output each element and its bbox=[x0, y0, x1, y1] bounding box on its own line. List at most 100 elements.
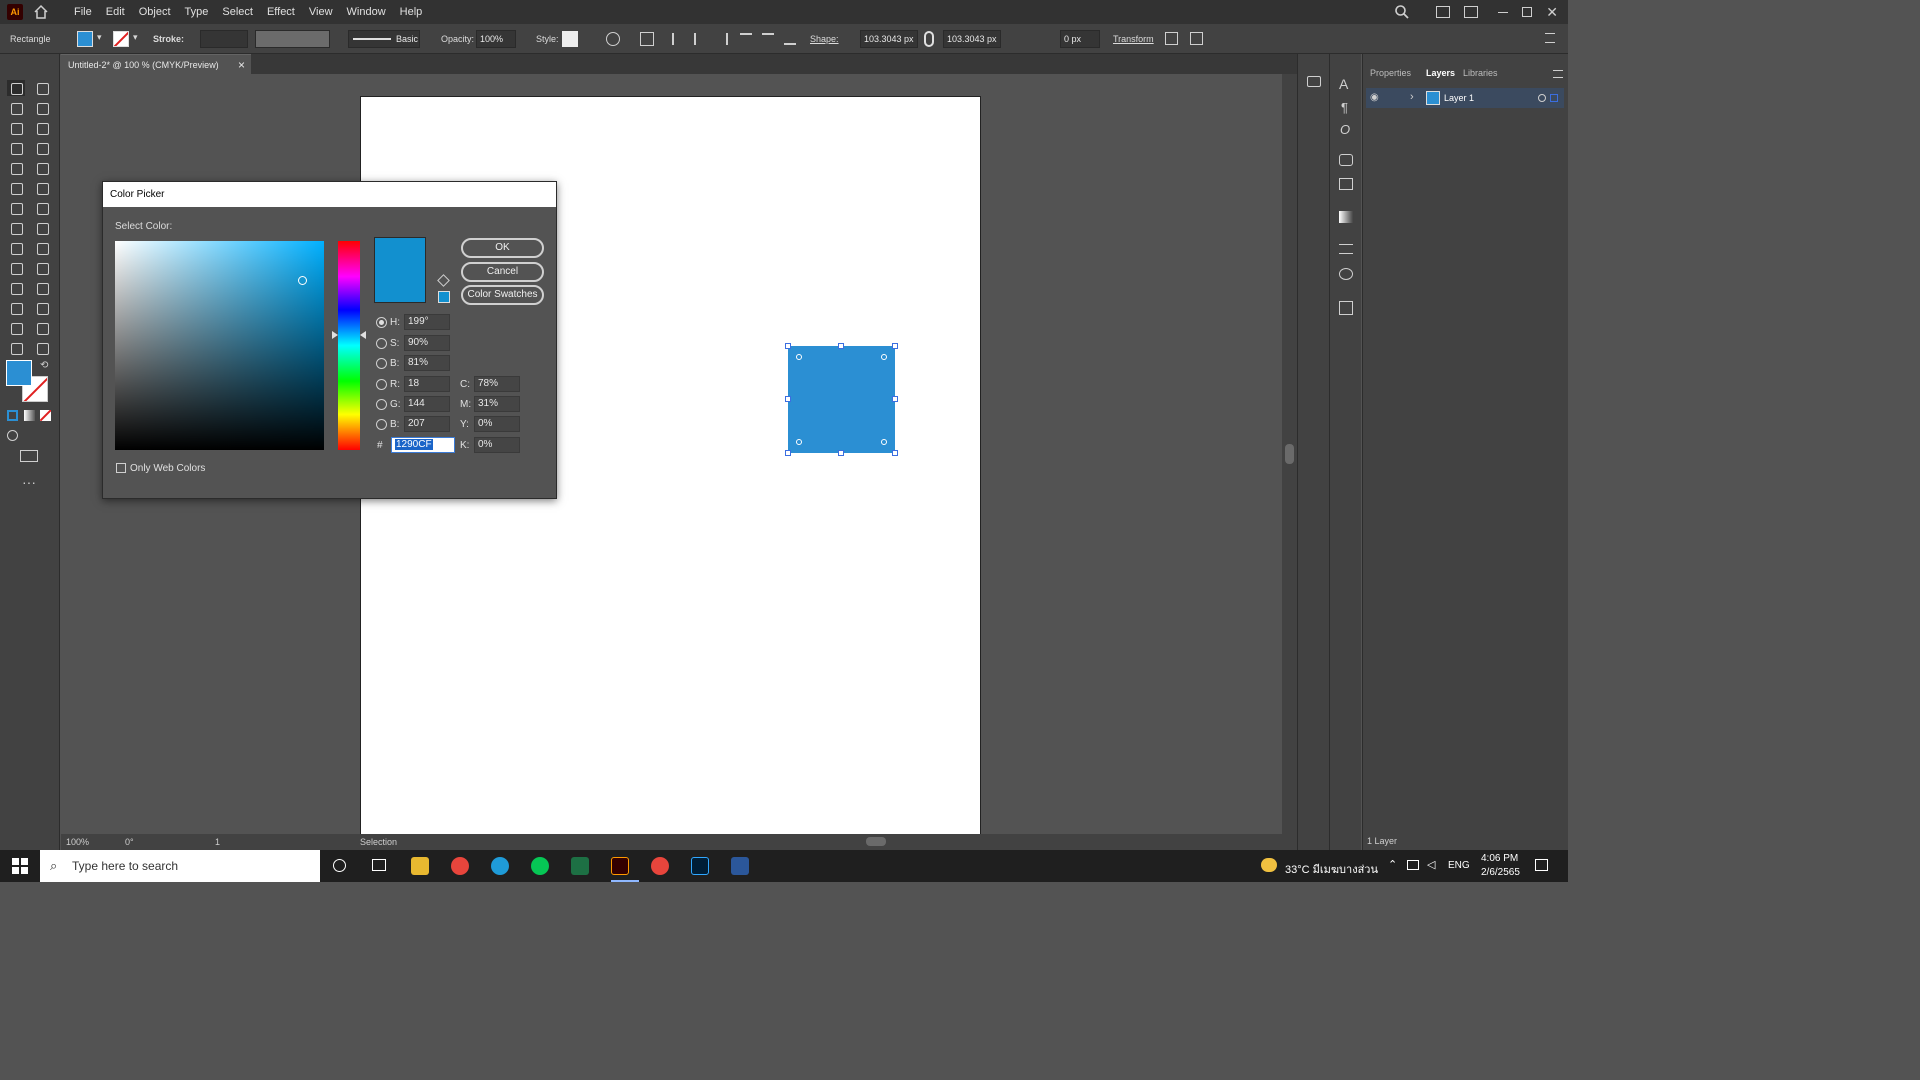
menu-window[interactable]: Window bbox=[340, 6, 393, 18]
chrome-icon[interactable] bbox=[451, 857, 469, 875]
menu-edit[interactable]: Edit bbox=[99, 6, 132, 18]
resize-handle[interactable] bbox=[892, 343, 898, 349]
eye-icon[interactable]: ◉ bbox=[1370, 92, 1379, 103]
taskbar-search-box[interactable]: ⌕ Type here to search bbox=[40, 850, 320, 882]
green-radio[interactable] bbox=[376, 398, 387, 410]
workspace-icon[interactable] bbox=[1436, 6, 1451, 18]
line-tool-icon[interactable] bbox=[33, 140, 51, 156]
corner-widget[interactable] bbox=[881, 354, 887, 360]
weather-text[interactable]: 33°C มีเมฆบางส่วน bbox=[1285, 860, 1378, 878]
stroke-swatch[interactable] bbox=[113, 31, 129, 47]
home-icon[interactable] bbox=[33, 4, 49, 20]
paintbrush-tool-icon[interactable] bbox=[33, 160, 51, 176]
fill-swatch[interactable] bbox=[77, 31, 93, 47]
minimize-icon[interactable] bbox=[1498, 11, 1509, 13]
cancel-button[interactable]: Cancel bbox=[461, 262, 544, 282]
align-right-icon[interactable] bbox=[716, 33, 728, 45]
gradient-panel-icon[interactable] bbox=[1339, 211, 1353, 223]
corner-widget[interactable] bbox=[881, 439, 887, 445]
width-tool-icon[interactable] bbox=[7, 220, 25, 236]
opacity-input[interactable]: 100% bbox=[476, 30, 516, 48]
black-input[interactable]: 0% bbox=[474, 437, 520, 453]
scale-tool-icon[interactable] bbox=[33, 200, 51, 216]
tab-libraries[interactable]: Libraries bbox=[1463, 68, 1498, 78]
gradient-tool-icon[interactable] bbox=[33, 260, 51, 276]
menu-view[interactable]: View bbox=[302, 6, 340, 18]
symbol-sprayer-tool-icon[interactable] bbox=[7, 300, 25, 316]
opentype-icon[interactable]: O bbox=[1340, 122, 1350, 137]
artboard-number[interactable]: 1 bbox=[215, 837, 220, 847]
hex-input[interactable]: 1290CF bbox=[391, 437, 455, 453]
graphic-styles-icon[interactable] bbox=[1339, 178, 1353, 190]
edge-icon[interactable] bbox=[491, 857, 509, 875]
paragraph-icon[interactable]: ¶ bbox=[1341, 100, 1348, 115]
blue-radio[interactable] bbox=[376, 418, 387, 430]
eraser-tool-icon[interactable] bbox=[33, 180, 51, 196]
more-tools-icon[interactable]: ··· bbox=[22, 474, 36, 490]
blend-tool-icon[interactable] bbox=[33, 280, 51, 296]
selected-rectangle[interactable] bbox=[785, 343, 898, 456]
cyan-input[interactable]: 78% bbox=[474, 376, 520, 392]
chevron-up-icon[interactable]: ⌃ bbox=[1388, 858, 1397, 871]
free-transform-tool-icon[interactable] bbox=[33, 220, 51, 236]
shape-width-input[interactable]: 103.3043 px bbox=[860, 30, 918, 48]
arrange-objects-icon[interactable] bbox=[1190, 32, 1203, 45]
horizontal-scroll-thumb[interactable] bbox=[866, 837, 886, 846]
isolate-icon[interactable] bbox=[1165, 32, 1178, 45]
network-icon[interactable] bbox=[1407, 860, 1419, 870]
menu-help[interactable]: Help bbox=[393, 6, 430, 18]
input-language[interactable]: ENG bbox=[1448, 860, 1470, 871]
resize-handle[interactable] bbox=[838, 450, 844, 456]
ok-button[interactable]: OK bbox=[461, 238, 544, 258]
green-input[interactable]: 144 bbox=[404, 396, 450, 412]
direct-selection-tool-icon[interactable] bbox=[33, 80, 51, 96]
pathfinder-icon[interactable] bbox=[1339, 268, 1353, 280]
hue-radio[interactable] bbox=[376, 316, 387, 328]
selection-indicator-icon[interactable] bbox=[1550, 94, 1558, 102]
cortana-icon[interactable] bbox=[333, 859, 346, 872]
shape-builder-tool-icon[interactable] bbox=[7, 240, 25, 256]
hue-input[interactable]: 199° bbox=[404, 314, 450, 330]
saturation-brightness-field[interactable] bbox=[115, 241, 324, 450]
arrange-icon[interactable] bbox=[1464, 6, 1479, 18]
word-icon[interactable] bbox=[731, 857, 749, 875]
speaker-icon[interactable]: ◁ bbox=[1427, 858, 1435, 871]
perspective-grid-tool-icon[interactable] bbox=[33, 240, 51, 256]
shaper-tool-icon[interactable] bbox=[7, 180, 25, 196]
saturation-input[interactable]: 90% bbox=[404, 335, 450, 351]
menu-file[interactable]: File bbox=[67, 6, 99, 18]
resize-handle[interactable] bbox=[838, 343, 844, 349]
screen-mode-icon[interactable] bbox=[20, 450, 38, 462]
draw-mode-icon[interactable] bbox=[7, 430, 18, 441]
panel-options-icon[interactable] bbox=[1553, 70, 1563, 78]
recolor-icon[interactable] bbox=[606, 32, 620, 46]
clock-date[interactable]: 2/6/2565 bbox=[1481, 867, 1520, 878]
rotate-tool-icon[interactable] bbox=[7, 200, 25, 216]
align-top-icon[interactable] bbox=[740, 33, 752, 45]
link-icon[interactable] bbox=[924, 31, 934, 47]
file-explorer-icon[interactable] bbox=[411, 857, 429, 875]
document-tab[interactable]: Untitled-2* @ 100 % (CMYK/Preview) × bbox=[61, 54, 251, 74]
brightness-radio[interactable] bbox=[376, 357, 387, 369]
menu-select[interactable]: Select bbox=[215, 6, 260, 18]
red-input[interactable]: 18 bbox=[404, 376, 450, 392]
type-tool-icon[interactable] bbox=[7, 140, 25, 156]
menu-effect[interactable]: Effect bbox=[260, 6, 302, 18]
chevron-down-icon[interactable]: ▾ bbox=[133, 32, 138, 43]
chevron-down-icon[interactable]: ▾ bbox=[97, 32, 102, 43]
3d-icon[interactable] bbox=[1339, 301, 1353, 315]
saturation-radio[interactable] bbox=[376, 337, 387, 349]
hue-slider-handle[interactable] bbox=[360, 331, 366, 339]
selection-tool-icon[interactable] bbox=[7, 80, 25, 96]
illustrator-taskbar-icon[interactable] bbox=[611, 857, 629, 875]
search-icon[interactable] bbox=[1394, 4, 1410, 20]
layer-name[interactable]: Layer 1 bbox=[1444, 93, 1474, 103]
menu-object[interactable]: Object bbox=[132, 6, 178, 18]
web-colors-label[interactable]: Only Web Colors bbox=[130, 463, 205, 474]
align-center-icon[interactable] bbox=[694, 33, 706, 45]
eyedropper-tool-icon[interactable] bbox=[7, 280, 25, 296]
graph-tool-icon[interactable] bbox=[33, 300, 51, 316]
restore-icon[interactable] bbox=[1522, 7, 1533, 17]
resize-handle[interactable] bbox=[892, 450, 898, 456]
yellow-input[interactable]: 0% bbox=[474, 416, 520, 432]
